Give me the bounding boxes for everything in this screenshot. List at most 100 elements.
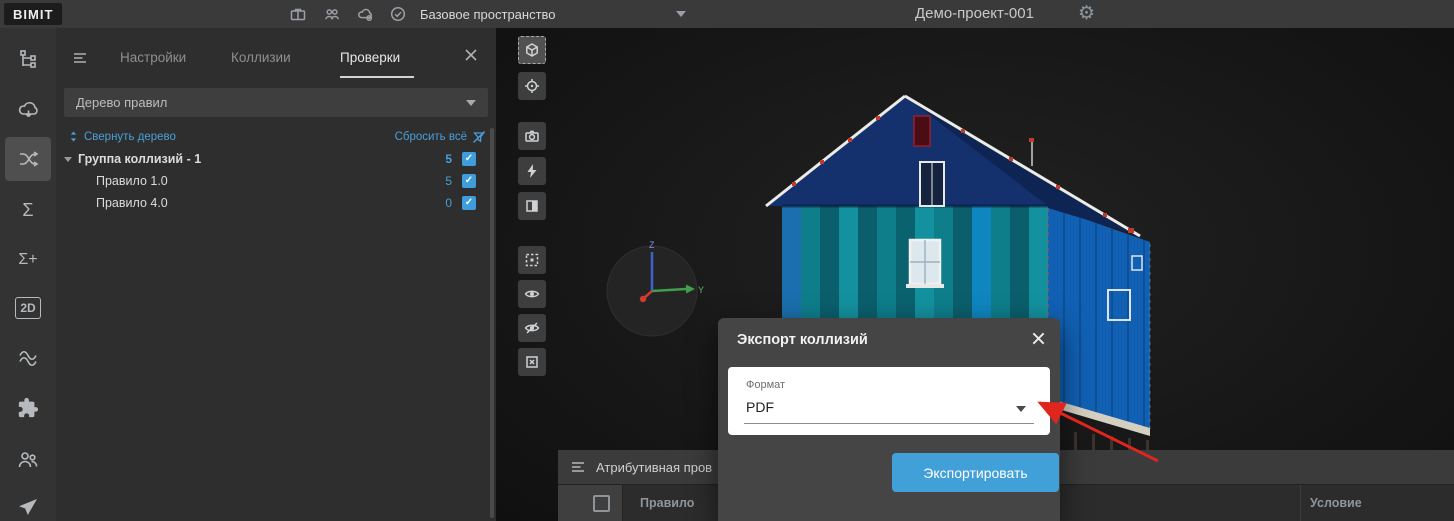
focus-target-icon [524,78,540,94]
select-all-checkbox[interactable] [593,495,610,512]
fit-view-button[interactable] [518,36,546,64]
app-logo[interactable]: BIMIT [4,3,62,25]
tab-settings[interactable]: Настройки [120,50,186,65]
rule-checkbox[interactable]: ✓ [462,196,476,210]
publish-button[interactable] [5,485,51,521]
plugins-button[interactable] [5,386,51,430]
focus-button[interactable] [518,72,546,100]
group-label: Группа коллизий - 1 [78,152,201,166]
export-button[interactable]: Экспортировать [892,453,1059,492]
check-icon: ✓ [465,176,473,186]
users-button[interactable] [5,438,51,482]
waves-icon [16,346,40,370]
panel-menu-button[interactable] [72,50,88,71]
collapse-tree-link[interactable]: Свернуть дерево [68,130,176,143]
clip-box-icon [524,198,540,214]
group-checkbox[interactable]: ✓ [462,152,476,166]
snapshot-button[interactable] [518,122,546,150]
sigma-icon: Σ [22,200,33,221]
panel-close-button[interactable] [464,48,478,67]
select-all-cell [558,485,623,521]
tree-row-rule-1[interactable]: Правило 1.0 5 ✓ [64,170,488,192]
expander-icon[interactable] [64,157,72,162]
selection-box-icon [524,252,540,268]
reset-filters-icon [472,130,486,144]
gizmo-z-label: Z [649,240,655,250]
workspace-dropdown[interactable]: Базовое пространство [420,0,686,28]
users-icon [16,448,40,472]
tab-collisions[interactable]: Коллизии [231,50,291,65]
show-button[interactable] [518,280,546,308]
format-field-underline [744,423,1034,424]
tree-row-rule-4[interactable]: Правило 4.0 0 ✓ [64,192,488,214]
format-field-card: Формат PDF [728,367,1050,435]
close-icon [464,48,478,62]
sum-button[interactable]: Σ [5,188,51,232]
check-circle-icon [389,5,407,23]
validate-button[interactable] [386,3,410,25]
collapse-tree-label: Свернуть дерево [84,131,176,143]
close-icon [1031,331,1046,346]
model-tree-button[interactable] [5,38,51,82]
checks-panel: Настройки Коллизии Проверки Дерево прави… [56,28,496,521]
rules-tree-dropdown[interactable]: Дерево правил [64,88,488,117]
2d-view-button[interactable]: 2D [5,286,51,330]
clear-selection-button[interactable] [518,348,546,376]
hexagon-cube-icon [524,42,540,58]
2d-icon: 2D [15,297,40,319]
collisions-button[interactable] [5,137,51,181]
settings-gear-icon[interactable]: ⚙ [1078,2,1095,26]
rule-label: Правило 4.0 [96,196,168,210]
export-collisions-modal: Экспорт коллизий Формат PDF Экспортирова… [718,318,1060,521]
team-button[interactable] [320,3,344,25]
sum-plus-button[interactable]: Σ+ [5,238,51,282]
projects-button[interactable] [286,3,310,25]
column-divider [1300,485,1301,521]
app-root: BIMIT Базовое пространство [0,0,1454,521]
format-value: PDF [746,399,774,415]
rules-tree-label: Дерево правил [76,95,167,110]
navigation-gizmo[interactable]: Z Y [607,240,704,336]
modal-title: Экспорт коллизий [737,332,868,348]
tab-checks[interactable]: Проверки [340,50,400,65]
hide-button[interactable] [518,314,546,342]
left-icon-rail: Σ Σ+ 2D [0,28,56,521]
active-tab-underline [340,76,414,78]
x-box-icon [524,354,540,370]
workspace-label: Базовое пространство [420,7,556,22]
collision-count: 5 [445,152,452,166]
rule-checkbox[interactable]: ✓ [462,174,476,188]
eye-off-icon [524,320,540,336]
reset-all-link[interactable]: Сбросить всё [395,130,486,144]
section-box-button[interactable] [518,192,546,220]
briefcase-icon [289,5,307,23]
collisions-icon [16,147,40,171]
panel-scrollbar[interactable] [490,128,494,518]
reset-all-label: Сбросить всё [395,131,467,143]
format-dropdown-chevron-icon[interactable] [1016,406,1026,412]
charts-button[interactable] [5,336,51,380]
eye-icon [524,286,540,302]
collision-count: 0 [445,196,452,210]
sigma-plus-icon: Σ+ [18,251,37,269]
chevron-down-icon [676,11,686,17]
modal-close-button[interactable] [1031,331,1046,351]
cloud-sync-icon [16,98,40,122]
column-rule: Правило [640,496,694,510]
cloud-button[interactable] [353,3,377,25]
check-icon: ✓ [465,198,473,208]
rule-label: Правило 1.0 [96,174,168,188]
panel-menu-icon [72,50,88,66]
project-title: Демо-проект-001 [915,5,1034,22]
quick-actions-button[interactable] [518,157,546,185]
cloud-icon [356,5,374,23]
select-box-button[interactable] [518,246,546,274]
gizmo-y-label: Y [698,285,704,295]
paper-plane-icon [16,495,40,519]
format-label: Формат [746,379,785,391]
cloud-sync-button[interactable] [5,88,51,132]
chevron-down-icon [466,100,476,106]
check-icon: ✓ [465,154,473,164]
camera-icon [524,128,540,144]
tree-row-group[interactable]: Группа коллизий - 1 5 ✓ [64,148,488,170]
